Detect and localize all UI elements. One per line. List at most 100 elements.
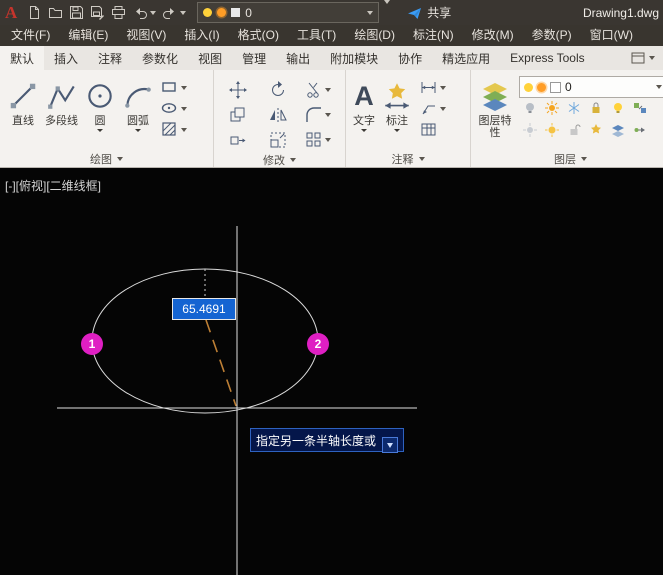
undo-button[interactable] xyxy=(129,2,159,24)
stretch-tool-button[interactable] xyxy=(218,131,258,149)
layer-properties-icon xyxy=(479,80,511,112)
tab-express-tools[interactable]: Express Tools xyxy=(500,46,594,70)
new-file-button[interactable] xyxy=(24,2,45,24)
layer-unlock-button[interactable] xyxy=(567,123,581,142)
panel-draw-label[interactable]: 绘图 xyxy=(0,150,213,167)
menu-format[interactable]: 格式(O) xyxy=(229,25,288,46)
tab-parametric[interactable]: 参数化 xyxy=(132,46,188,70)
undo-dropdown-icon[interactable] xyxy=(150,11,156,15)
tab-insert[interactable]: 插入 xyxy=(44,46,88,70)
viewport-controls[interactable]: [-][俯视][二维线框] xyxy=(5,177,101,194)
share-button[interactable]: 共享 xyxy=(407,4,451,21)
tab-featured-apps[interactable]: 精选应用 xyxy=(432,46,500,70)
ribbon-minimize-button[interactable] xyxy=(631,46,663,70)
layer-isolate-button[interactable] xyxy=(545,101,559,120)
layer-unlock-icon xyxy=(567,123,581,137)
scale-tool-button[interactable] xyxy=(258,131,298,149)
open-file-button[interactable] xyxy=(45,2,66,24)
chevron-down-icon xyxy=(440,107,446,111)
panel-modify-label[interactable]: 修改 xyxy=(214,152,345,168)
plot-button[interactable] xyxy=(108,2,129,24)
array-tool-button[interactable] xyxy=(298,131,338,149)
mirror-tool-button[interactable] xyxy=(258,106,298,124)
line-tool-button[interactable]: 直线 xyxy=(4,73,42,150)
menu-parametric[interactable]: 参数(P) xyxy=(523,25,581,46)
layer-freeze-button[interactable] xyxy=(567,101,581,120)
quick-access-toolbar: 0 xyxy=(24,2,395,24)
qat-layer-name: 0 xyxy=(245,6,252,20)
dimension-tool-button[interactable]: 标注 xyxy=(378,73,416,150)
chevron-down-icon xyxy=(325,113,331,117)
trim-tool-button[interactable] xyxy=(298,81,338,99)
layer-walk-icon xyxy=(589,123,603,137)
axis-point-badge-2: 2 xyxy=(307,333,329,355)
leader-icon xyxy=(420,100,437,117)
layer-thaw-button[interactable] xyxy=(545,123,559,142)
layer-merge-button[interactable] xyxy=(633,123,647,142)
move-tool-button[interactable] xyxy=(218,81,258,99)
tab-output[interactable]: 输出 xyxy=(276,46,320,70)
menu-modify[interactable]: 修改(M) xyxy=(463,25,523,46)
polyline-icon xyxy=(46,80,78,112)
tab-annotate[interactable]: 注释 xyxy=(88,46,132,70)
linear-dimension-button[interactable] xyxy=(420,79,446,96)
panel-annotation-label[interactable]: 注释 xyxy=(346,150,470,167)
annotation-extra-tools xyxy=(416,73,446,150)
autocad-logo[interactable]: A xyxy=(0,0,24,25)
text-tool-button[interactable]: A 文字 xyxy=(350,73,378,150)
panel-annotation: A 文字 标注 xyxy=(346,70,471,167)
tab-view[interactable]: 视图 xyxy=(188,46,232,70)
chevron-down-icon xyxy=(135,129,141,132)
layer-off-button[interactable] xyxy=(523,101,537,120)
rectangle-tool-button[interactable] xyxy=(161,79,187,96)
layer-on-bulb-icon xyxy=(611,101,625,115)
layer-lock-button[interactable] xyxy=(589,101,603,120)
table-button[interactable] xyxy=(420,121,446,138)
menu-dimension[interactable]: 标注(N) xyxy=(404,25,463,46)
tab-addins[interactable]: 附加模块 xyxy=(320,46,388,70)
panel-layers-label[interactable]: 图层 xyxy=(471,150,663,167)
qat-layer-dropdown[interactable]: 0 xyxy=(197,2,379,23)
copy-tool-button[interactable] xyxy=(218,106,258,124)
hatch-tool-button[interactable] xyxy=(161,121,187,138)
layer-color-swatch xyxy=(550,82,561,93)
current-layer-name: 0 xyxy=(565,80,572,94)
undo-icon xyxy=(132,5,148,20)
arc-tool-button[interactable]: 圆弧 xyxy=(119,73,157,150)
menu-draw[interactable]: 绘图(D) xyxy=(345,25,404,46)
rotate-tool-button[interactable] xyxy=(258,81,298,99)
panel-layers-content: 图层特性 0 xyxy=(471,70,663,150)
redo-dropdown-icon[interactable] xyxy=(180,11,186,15)
menu-insert[interactable]: 插入(I) xyxy=(175,25,228,46)
menu-file[interactable]: 文件(F) xyxy=(2,25,59,46)
leader-button[interactable] xyxy=(420,100,446,117)
redo-button[interactable] xyxy=(159,2,189,24)
menu-edit[interactable]: 编辑(E) xyxy=(59,25,117,46)
save-as-button[interactable] xyxy=(87,2,108,24)
rotate-icon xyxy=(269,81,287,99)
tab-home[interactable]: 默认 xyxy=(0,46,44,70)
menu-view[interactable]: 视图(V) xyxy=(117,25,175,46)
layer-on-button[interactable] xyxy=(611,101,625,120)
qat-customize-button[interactable] xyxy=(379,4,395,22)
polyline-tool-button[interactable]: 多段线 xyxy=(42,73,81,150)
chevron-down-icon xyxy=(97,129,103,132)
layer-on-bulb-icon xyxy=(203,8,212,17)
menu-window[interactable]: 窗口(W) xyxy=(581,25,642,46)
drawing-area[interactable]: [-][俯视][二维线框] 1 2 65.4691 指定另一条半轴长度或 xyxy=(0,168,663,575)
fillet-tool-button[interactable] xyxy=(298,106,338,124)
circle-tool-button[interactable]: 圆 xyxy=(81,73,119,150)
tab-manage[interactable]: 管理 xyxy=(232,46,276,70)
layer-properties-button[interactable]: 图层特性 xyxy=(475,73,515,150)
layer-prev-button[interactable] xyxy=(611,123,625,142)
layer-dropdown[interactable]: 0 xyxy=(519,76,663,98)
save-button[interactable] xyxy=(66,2,87,24)
panel-draw-content: 直线 多段线 圆 圆弧 xyxy=(0,70,213,150)
layer-unisolate-button[interactable] xyxy=(523,123,537,142)
menu-tools[interactable]: 工具(T) xyxy=(288,25,345,46)
ellipse-tool-button[interactable] xyxy=(161,100,187,117)
layer-match-button[interactable] xyxy=(633,101,647,120)
dynamic-input-field[interactable]: 65.4691 xyxy=(172,298,236,320)
layer-walk-button[interactable] xyxy=(589,123,603,142)
tab-collaborate[interactable]: 协作 xyxy=(388,46,432,70)
